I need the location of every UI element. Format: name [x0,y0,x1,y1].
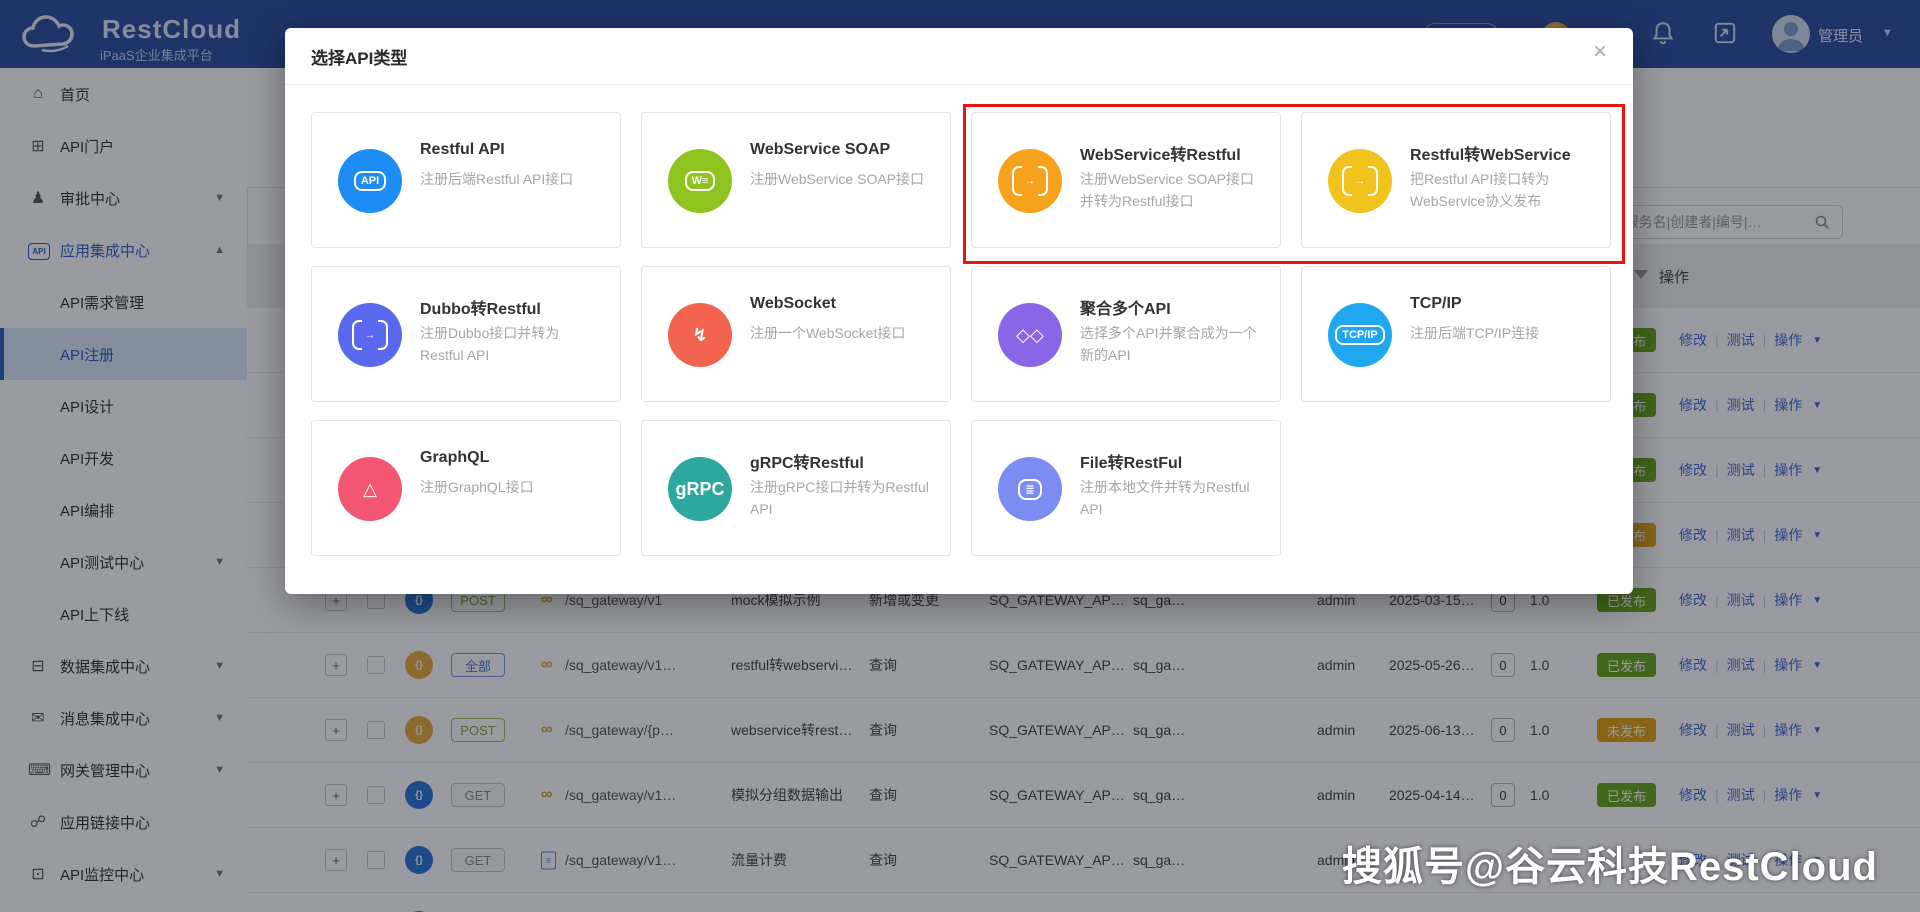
api-type-card[interactable]: TCP/IP TCP/IP 注册后端TCP/IP连接 [1301,266,1611,402]
api-type-card[interactable]: ◇◇ 聚合多个API 选择多个API并聚合成为一个新的API [971,266,1281,402]
close-icon[interactable]: × [1593,38,1607,66]
api-type-description: 注册后端TCP/IP连接 [1410,323,1590,345]
watermark: 搜狐号@谷云科技RestCloud [1342,834,1878,892]
api-type-description: 注册一个WebSocket接口 [750,323,930,345]
api-type-title: Dubbo转Restful [420,295,541,319]
api-type-title: 聚合多个API [1080,295,1171,319]
api-type-card[interactable]: → Dubbo转Restful 注册Dubbo接口并转为Restful API [311,266,621,402]
modal-divider [285,84,1633,85]
api-type-description: 注册GraphQL接口 [420,477,600,499]
select-api-type-modal: 选择API类型 × API Restful API 注册后端Restful AP… [285,28,1633,594]
api-type-title: File转RestFul [1080,449,1182,473]
wsdl-icon: W≡ [668,149,732,213]
api-type-card[interactable]: → Restful转WebService 把Restful API接口转为Web… [1301,112,1611,248]
convert-brackets-icon: → [1328,149,1392,213]
convert-brackets-icon: → [998,149,1062,213]
api-type-title: TCP/IP [1410,295,1462,313]
convert-brackets-icon: → [338,303,402,367]
api-type-description: 注册Dubbo接口并转为Restful API [420,323,600,366]
websocket-icon: ↯ [668,303,732,367]
api-type-card[interactable]: API Restful API 注册后端Restful API接口 [311,112,621,248]
api-type-card[interactable]: W≡ WebService SOAP 注册WebService SOAP接口 [641,112,951,248]
api-type-title: WebSocket [750,295,836,313]
api-type-title: Restful转WebService [1410,141,1571,165]
api-type-card[interactable]: → WebService转Restful 注册WebService SOAP接口… [971,112,1281,248]
api-type-title: GraphQL [420,449,489,467]
api-cloud-icon: API [338,149,402,213]
file-convert-icon: ≣ [998,457,1062,521]
api-type-card-grid: API Restful API 注册后端Restful API接口 W≡ Web… [311,112,1611,556]
screen: RestCloud iPaaS企业集成平台 管理员 ▼ ⌂ 首页 ⊞ API门户 [0,0,1920,912]
api-type-description: 注册后端Restful API接口 [420,169,600,191]
api-type-title: WebService转Restful [1080,141,1241,165]
api-type-description: 注册WebService SOAP接口并转为Restful接口 [1080,169,1260,212]
api-type-description: 把Restful API接口转为WebService协义发布 [1410,169,1590,212]
api-type-description: 注册本地文件并转为Restful API [1080,477,1260,520]
api-type-title: gRPC转Restful [750,449,864,473]
api-type-description: 选择多个API并聚合成为一个新的API [1080,323,1260,366]
aggregate-icon: ◇◇ [998,303,1062,367]
api-type-title: Restful API [420,141,505,159]
api-type-card[interactable]: ↯ WebSocket 注册一个WebSocket接口 [641,266,951,402]
grpc-icon: gRPC [668,457,732,521]
api-type-card[interactable]: gRPC gRPC转Restful 注册gRPC接口并转为Restful API [641,420,951,556]
api-type-description: 注册gRPC接口并转为Restful API [750,477,930,520]
api-type-title: WebService SOAP [750,141,890,159]
api-type-description: 注册WebService SOAP接口 [750,169,930,191]
modal-title: 选择API类型 [311,44,407,69]
api-type-card[interactable]: △ GraphQL 注册GraphQL接口 [311,420,621,556]
api-type-card[interactable]: ≣ File转RestFul 注册本地文件并转为Restful API [971,420,1281,556]
tcpip-icon: TCP/IP [1328,303,1392,367]
graphql-icon: △ [338,457,402,521]
